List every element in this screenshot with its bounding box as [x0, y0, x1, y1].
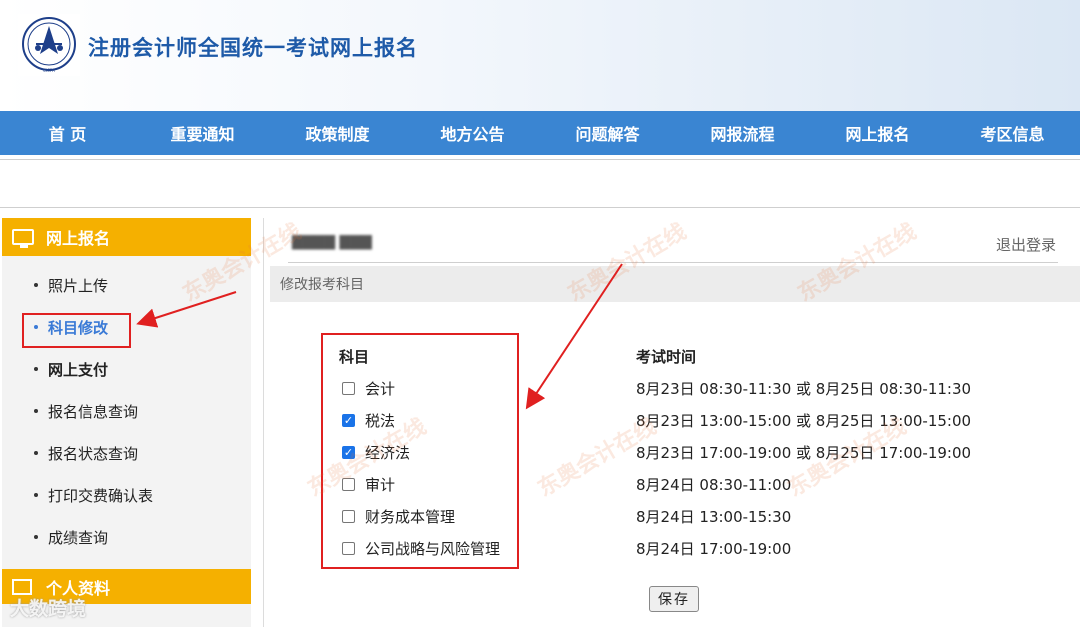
sidebar: 网上报名 照片上传 科目修改 网上支付 报名信息查询 报名状态查询 打印交费确认…: [2, 218, 251, 627]
user-name: ▇▇▇▇ ▇▇▇: [292, 234, 372, 250]
sidebar-item-label: 打印交费确认表: [48, 486, 154, 505]
subject-row: 审计: [342, 474, 395, 495]
exam-time: 8月23日 17:00-19:00 或 8月25日 17:00-19:00: [636, 444, 972, 462]
sidebar-item-score-query[interactable]: 成绩查询: [2, 516, 251, 558]
main-nav: 首 页 重要通知 政策制度 地方公告 问题解答 网报流程 网上报名 考区信息: [0, 111, 1080, 155]
bullet-icon: [34, 451, 38, 455]
monitor-icon: [12, 229, 34, 248]
svg-text:CICPA: CICPA: [43, 68, 55, 73]
subject-checkbox-strategy-risk[interactable]: [342, 542, 355, 555]
sidebar-item-registration-info[interactable]: 报名信息查询: [2, 390, 251, 432]
subject-checkbox-accounting[interactable]: [342, 382, 355, 395]
divider: [288, 262, 1058, 263]
sidebar-item-label: 报名信息查询: [48, 402, 139, 421]
profile-card-icon: [12, 578, 32, 595]
sidebar-item-label: 网上支付: [48, 360, 109, 379]
sidebar-item-label: 成绩查询: [48, 528, 109, 547]
time-column-header: 考试时间: [636, 348, 697, 366]
exam-time: 8月24日 13:00-15:30: [636, 508, 792, 526]
bullet-icon: [34, 409, 38, 413]
save-button[interactable]: 保存: [649, 586, 699, 612]
sidebar-item-print-receipt[interactable]: 打印交费确认表: [2, 474, 251, 516]
banner-strip: [0, 159, 1080, 208]
sidebar-section-header: 网上报名: [2, 218, 251, 256]
corner-watermark: 大数跨境: [10, 598, 87, 620]
nav-item-registration[interactable]: 网上报名: [810, 121, 945, 145]
subject-checkbox-financial-cost[interactable]: [342, 510, 355, 523]
sidebar-item-photo-upload[interactable]: 照片上传: [2, 264, 251, 306]
main-content: ▇▇▇▇ ▇▇▇ 退出登录 修改报考科目 科目 考试时间 会计 税法 经济法 审…: [263, 218, 1080, 627]
sidebar-menu: 照片上传 科目修改 网上支付 报名信息查询 报名状态查询 打印交费确认表 成绩查…: [2, 256, 251, 558]
exam-time: 8月24日 08:30-11:00: [636, 476, 792, 494]
sidebar-item-registration-status[interactable]: 报名状态查询: [2, 432, 251, 474]
nav-item-process[interactable]: 网报流程: [675, 121, 810, 145]
nav-item-home[interactable]: 首 页: [0, 121, 135, 145]
subject-label: 会计: [365, 380, 396, 398]
exam-time: 8月23日 13:00-15:00 或 8月25日 13:00-15:00: [636, 412, 972, 430]
subject-label: 财务成本管理: [365, 508, 456, 526]
subject-label: 经济法: [365, 444, 411, 462]
site-header: CICPA 注册会计师全国统一考试网上报名: [0, 0, 1080, 111]
highlight-box-sidebar: [22, 313, 131, 348]
bullet-icon: [34, 493, 38, 497]
exam-time: 8月24日 17:00-19:00: [636, 540, 792, 558]
logout-link[interactable]: 退出登录: [996, 234, 1056, 255]
subject-checkbox-tax-law[interactable]: [342, 414, 355, 427]
subject-column-header: 科目: [339, 348, 370, 366]
nav-item-notices[interactable]: 重要通知: [135, 121, 270, 145]
sidebar-item-label: 照片上传: [48, 276, 109, 295]
exam-time: 8月23日 08:30-11:30 或 8月25日 08:30-11:30: [636, 380, 972, 398]
nav-item-local-announcements[interactable]: 地方公告: [405, 121, 540, 145]
subject-checkbox-audit[interactable]: [342, 478, 355, 491]
sidebar-item-online-payment[interactable]: 网上支付: [2, 348, 251, 390]
subject-row: 经济法: [342, 442, 410, 463]
nav-item-faq[interactable]: 问题解答: [540, 121, 675, 145]
nav-item-policies[interactable]: 政策制度: [270, 121, 405, 145]
sidebar-item-label: 报名状态查询: [48, 444, 139, 463]
section-title: 修改报考科目: [280, 277, 364, 293]
subject-checkbox-economic-law[interactable]: [342, 446, 355, 459]
bullet-icon: [34, 283, 38, 287]
subject-row: 税法: [342, 410, 395, 431]
subject-label: 公司战略与风险管理: [365, 540, 501, 558]
subject-row: 公司战略与风险管理: [342, 538, 500, 559]
subject-label: 税法: [365, 412, 396, 430]
nav-item-exam-areas[interactable]: 考区信息: [945, 121, 1080, 145]
subject-row: 财务成本管理: [342, 506, 455, 527]
section-title-bar: 修改报考科目: [270, 266, 1080, 302]
cicpa-logo-icon: CICPA: [18, 14, 80, 76]
sidebar-section-title: 网上报名: [46, 229, 111, 248]
subject-row: 会计: [342, 378, 395, 399]
bullet-icon: [34, 535, 38, 539]
subject-label: 审计: [365, 476, 396, 494]
site-title: 注册会计师全国统一考试网上报名: [88, 36, 418, 60]
bullet-icon: [34, 367, 38, 371]
